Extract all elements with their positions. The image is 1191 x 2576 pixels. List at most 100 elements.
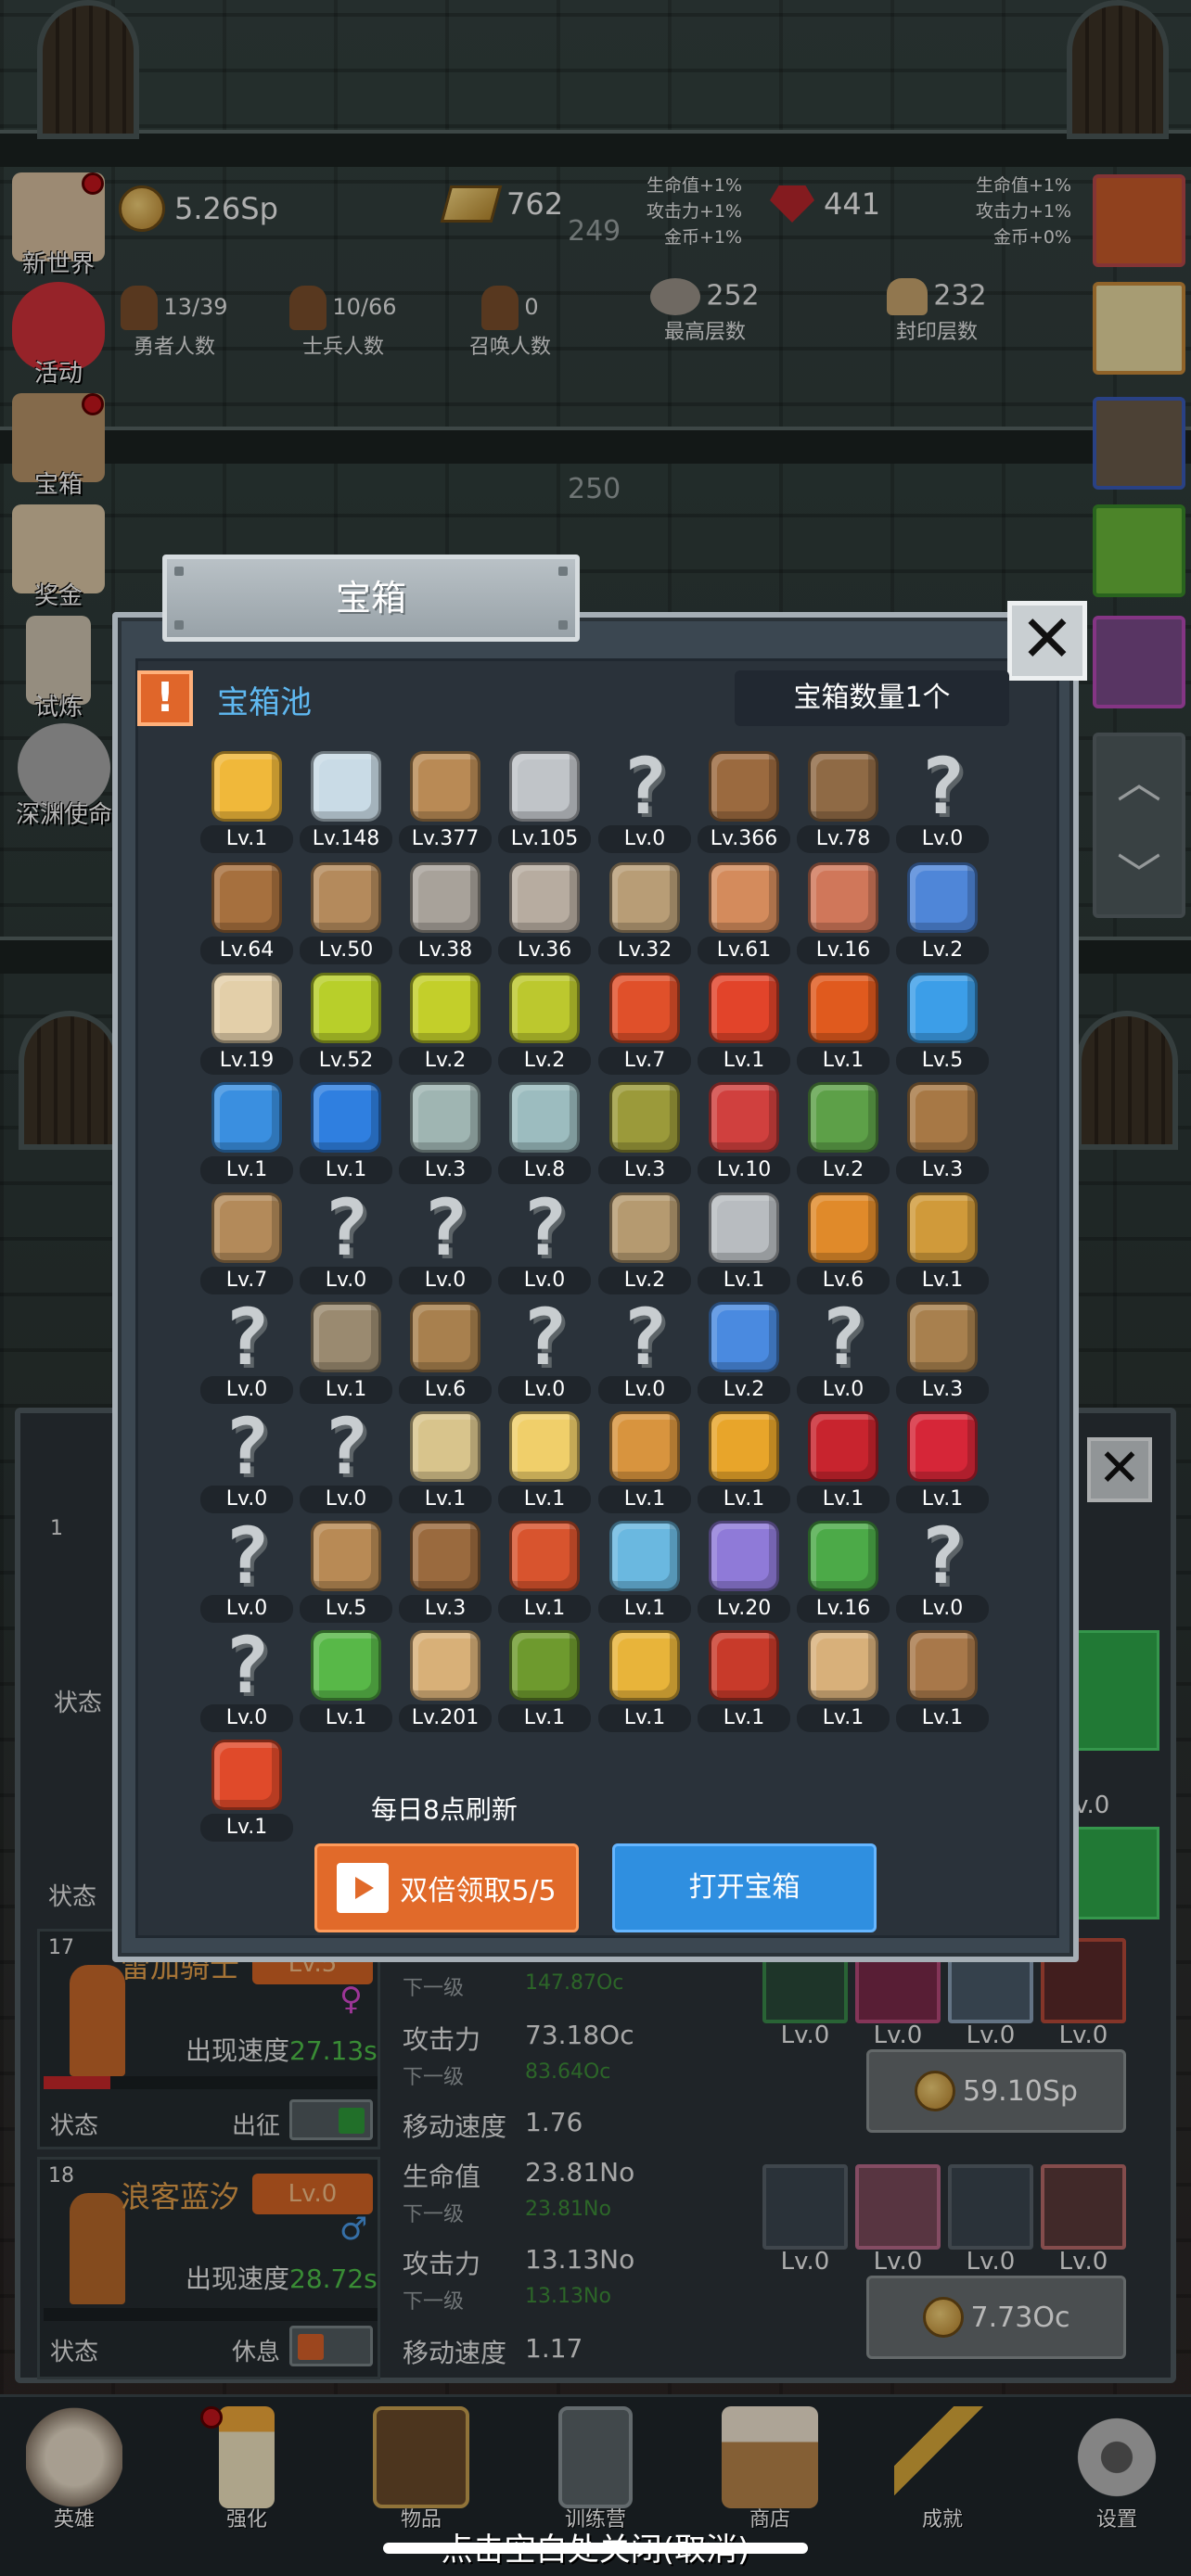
chest-item[interactable]: Lv.2 (498, 969, 591, 1080)
chest-item[interactable]: Lv.3 (399, 1517, 492, 1628)
chest-item[interactable]: Lv.7 (598, 969, 691, 1080)
chest-item[interactable]: Lv.1 (300, 1078, 392, 1190)
chest-item[interactable]: ? Lv.0 (498, 1189, 591, 1300)
chest-item[interactable]: Lv.1 (200, 1078, 293, 1190)
item-level: Lv.366 (698, 825, 790, 853)
chest-item[interactable]: Lv.5 (896, 969, 989, 1080)
chest-item[interactable]: Lv.2 (797, 1078, 890, 1190)
chest-item[interactable]: Lv.1 (797, 1408, 890, 1519)
chest-item[interactable]: ? Lv.0 (300, 1189, 392, 1300)
chest-item[interactable]: Lv.1 (200, 1736, 293, 1847)
item-level: Lv.3 (598, 1156, 691, 1184)
chest-item[interactable]: Lv.2 (598, 1189, 691, 1300)
chest-item[interactable]: ? Lv.0 (598, 747, 691, 859)
chest-item[interactable]: ? Lv.0 (797, 1298, 890, 1409)
chest-item[interactable]: Lv.1 (896, 1626, 989, 1738)
item-level: Lv.16 (797, 937, 890, 964)
chest-item[interactable]: Lv.32 (598, 859, 691, 970)
chest-item[interactable]: Lv.2 (698, 1298, 790, 1409)
chest-item[interactable]: Lv.1 (200, 747, 293, 859)
pickaxe-icon (311, 1302, 381, 1372)
chest-item[interactable]: Lv.1 (498, 1626, 591, 1738)
chest-item[interactable]: ? Lv.0 (498, 1298, 591, 1409)
chest-item[interactable]: Lv.1 (498, 1408, 591, 1519)
chest-item[interactable]: Lv.1 (498, 1517, 591, 1628)
chest-item[interactable]: Lv.1 (698, 1408, 790, 1519)
chest-item[interactable]: Lv.2 (896, 859, 989, 970)
unknown-icon: ? (223, 1292, 271, 1383)
chest-item[interactable]: Lv.201 (399, 1626, 492, 1738)
knight-helmet-icon (410, 862, 480, 933)
chest-item[interactable]: Lv.61 (698, 859, 790, 970)
chest-item[interactable]: Lv.1 (896, 1189, 989, 1300)
unknown-icon: ? (520, 1182, 569, 1273)
open-chest-button[interactable]: 打开宝箱 (612, 1843, 877, 1932)
chest-item[interactable]: Lv.16 (797, 859, 890, 970)
chest-item[interactable]: Lv.3 (399, 1078, 492, 1190)
item-level: Lv.2 (698, 1376, 790, 1404)
chest-item[interactable]: Lv.3 (896, 1078, 989, 1190)
chest-item[interactable]: Lv.8 (498, 1078, 591, 1190)
chest-item[interactable]: Lv.7 (200, 1189, 293, 1300)
chest-item[interactable]: Lv.105 (498, 747, 591, 859)
chest-item[interactable]: Lv.377 (399, 747, 492, 859)
whip-icon (907, 1630, 978, 1701)
chest-item[interactable]: Lv.38 (399, 859, 492, 970)
item-level: Lv.78 (797, 825, 890, 853)
chest-item[interactable]: Lv.3 (896, 1298, 989, 1409)
chest-item[interactable]: Lv.1 (598, 1408, 691, 1519)
item-level: Lv.3 (399, 1595, 492, 1623)
unknown-icon: ? (918, 741, 967, 832)
chest-item[interactable]: Lv.2 (399, 969, 492, 1080)
chest-item[interactable]: Lv.1 (598, 1517, 691, 1628)
chest-item[interactable]: Lv.10 (698, 1078, 790, 1190)
chest-item[interactable]: ? Lv.0 (399, 1189, 492, 1300)
red-crystal-icon (808, 1411, 878, 1482)
double-claim-button[interactable]: 双倍领取5/5 (314, 1843, 579, 1932)
item-level: Lv.0 (300, 1486, 392, 1513)
chest-item[interactable]: ? Lv.0 (200, 1626, 293, 1738)
chest-item[interactable]: ? Lv.0 (300, 1408, 392, 1519)
chest-item[interactable]: Lv.1 (698, 969, 790, 1080)
chest-item[interactable]: Lv.1 (797, 969, 890, 1080)
chest-item[interactable]: Lv.1 (698, 1189, 790, 1300)
chest-item[interactable]: Lv.1 (598, 1626, 691, 1738)
item-level: Lv.1 (598, 1486, 691, 1513)
chest-item[interactable]: ? Lv.0 (200, 1298, 293, 1409)
chest-item[interactable]: Lv.366 (698, 747, 790, 859)
chest-item[interactable]: Lv.78 (797, 747, 890, 859)
chest-item[interactable]: Lv.36 (498, 859, 591, 970)
chest-item[interactable]: Lv.20 (698, 1517, 790, 1628)
item-level: Lv.8 (498, 1156, 591, 1184)
frost-ghost-icon (609, 1521, 680, 1591)
home-indicator[interactable] (383, 2543, 808, 2554)
chest-item[interactable]: Lv.5 (300, 1517, 392, 1628)
chest-item[interactable]: Lv.1 (797, 1626, 890, 1738)
sword-icon (509, 751, 580, 822)
chest-item[interactable]: ? Lv.0 (200, 1408, 293, 1519)
close-icon[interactable]: ✕ (1007, 601, 1087, 681)
item-level: Lv.61 (698, 937, 790, 964)
chest-item[interactable]: Lv.16 (797, 1517, 890, 1628)
chest-item[interactable]: ? Lv.0 (200, 1517, 293, 1628)
chest-item[interactable]: Lv.64 (200, 859, 293, 970)
item-level: Lv.0 (797, 1376, 890, 1404)
chest-item[interactable]: Lv.1 (896, 1408, 989, 1519)
chest-item[interactable]: Lv.148 (300, 747, 392, 859)
wine-bottle-icon (709, 1082, 779, 1153)
potion-icon (709, 973, 779, 1043)
chest-item[interactable]: Lv.50 (300, 859, 392, 970)
chest-item[interactable]: Lv.1 (399, 1408, 492, 1519)
chest-item[interactable]: Lv.6 (797, 1189, 890, 1300)
item-level: Lv.1 (797, 1486, 890, 1513)
chest-item[interactable]: ? Lv.0 (598, 1298, 691, 1409)
chest-item[interactable]: Lv.1 (300, 1298, 392, 1409)
chest-item[interactable]: ? Lv.0 (896, 747, 989, 859)
chest-item[interactable]: Lv.3 (598, 1078, 691, 1190)
chest-item[interactable]: ? Lv.0 (896, 1517, 989, 1628)
chest-item[interactable]: Lv.1 (698, 1626, 790, 1738)
chest-item[interactable]: Lv.1 (300, 1626, 392, 1738)
chest-item[interactable]: Lv.19 (200, 969, 293, 1080)
chest-item[interactable]: Lv.52 (300, 969, 392, 1080)
chest-item[interactable]: Lv.6 (399, 1298, 492, 1409)
